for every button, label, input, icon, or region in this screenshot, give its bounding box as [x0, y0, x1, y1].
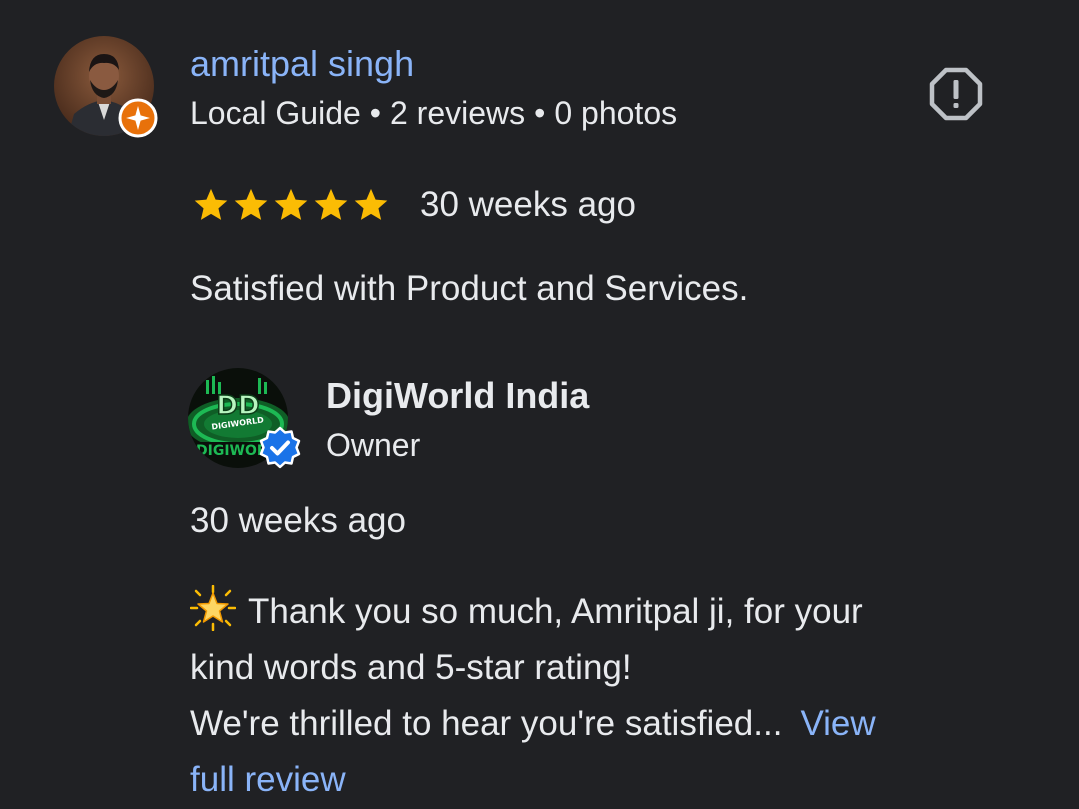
reviewer-avatar[interactable] — [54, 36, 158, 138]
report-flag-icon[interactable] — [928, 66, 984, 122]
owner-role: Owner — [326, 427, 421, 463]
glowing-star-emoji — [190, 585, 236, 631]
photos-count: 0 photos — [554, 95, 678, 131]
review-text: Satisfied with Product and Services. — [190, 269, 749, 308]
rating-stars — [192, 186, 390, 226]
separator: • — [534, 95, 546, 131]
reply-line-2: kind words and 5-star rating! — [190, 648, 632, 687]
review-date: 30 weeks ago — [420, 185, 636, 224]
owner-logo[interactable]: DD DIGIWORLD DIGIWORLD — [188, 368, 301, 472]
reply-line-1-text: Thank you so much, Amritpal ji, for your — [248, 592, 863, 631]
reply-body: Thank you so much, Amritpal ji, for your… — [190, 584, 1010, 808]
reviewer-badge: Local Guide — [190, 95, 361, 131]
verified-badge-icon — [259, 426, 301, 469]
star-icon — [314, 188, 348, 220]
view-full-review-link[interactable]: View — [800, 704, 875, 743]
reply-line-1: Thank you so much, Amritpal ji, for your — [190, 584, 1010, 640]
star-icon — [274, 188, 308, 220]
view-full-review-link[interactable]: full review — [190, 752, 1010, 808]
reviewer-name[interactable]: amritpal singh — [190, 42, 414, 86]
reply-line-3-text: We're thrilled to hear you're satisfied.… — [190, 704, 783, 743]
star-icon — [354, 188, 388, 220]
reviews-count: 2 reviews — [389, 95, 526, 131]
reviewer-meta: Local Guide • 2 reviews • 0 photos — [190, 92, 677, 134]
reply-line-3: We're thrilled to hear you're satisfied.… — [190, 696, 1010, 752]
star-icon — [234, 188, 268, 220]
owner-name[interactable]: DigiWorld India — [326, 374, 589, 418]
star-icon — [194, 188, 228, 220]
local-guide-badge-icon — [118, 98, 158, 138]
separator: • — [369, 95, 381, 131]
reply-date: 30 weeks ago — [190, 501, 406, 540]
